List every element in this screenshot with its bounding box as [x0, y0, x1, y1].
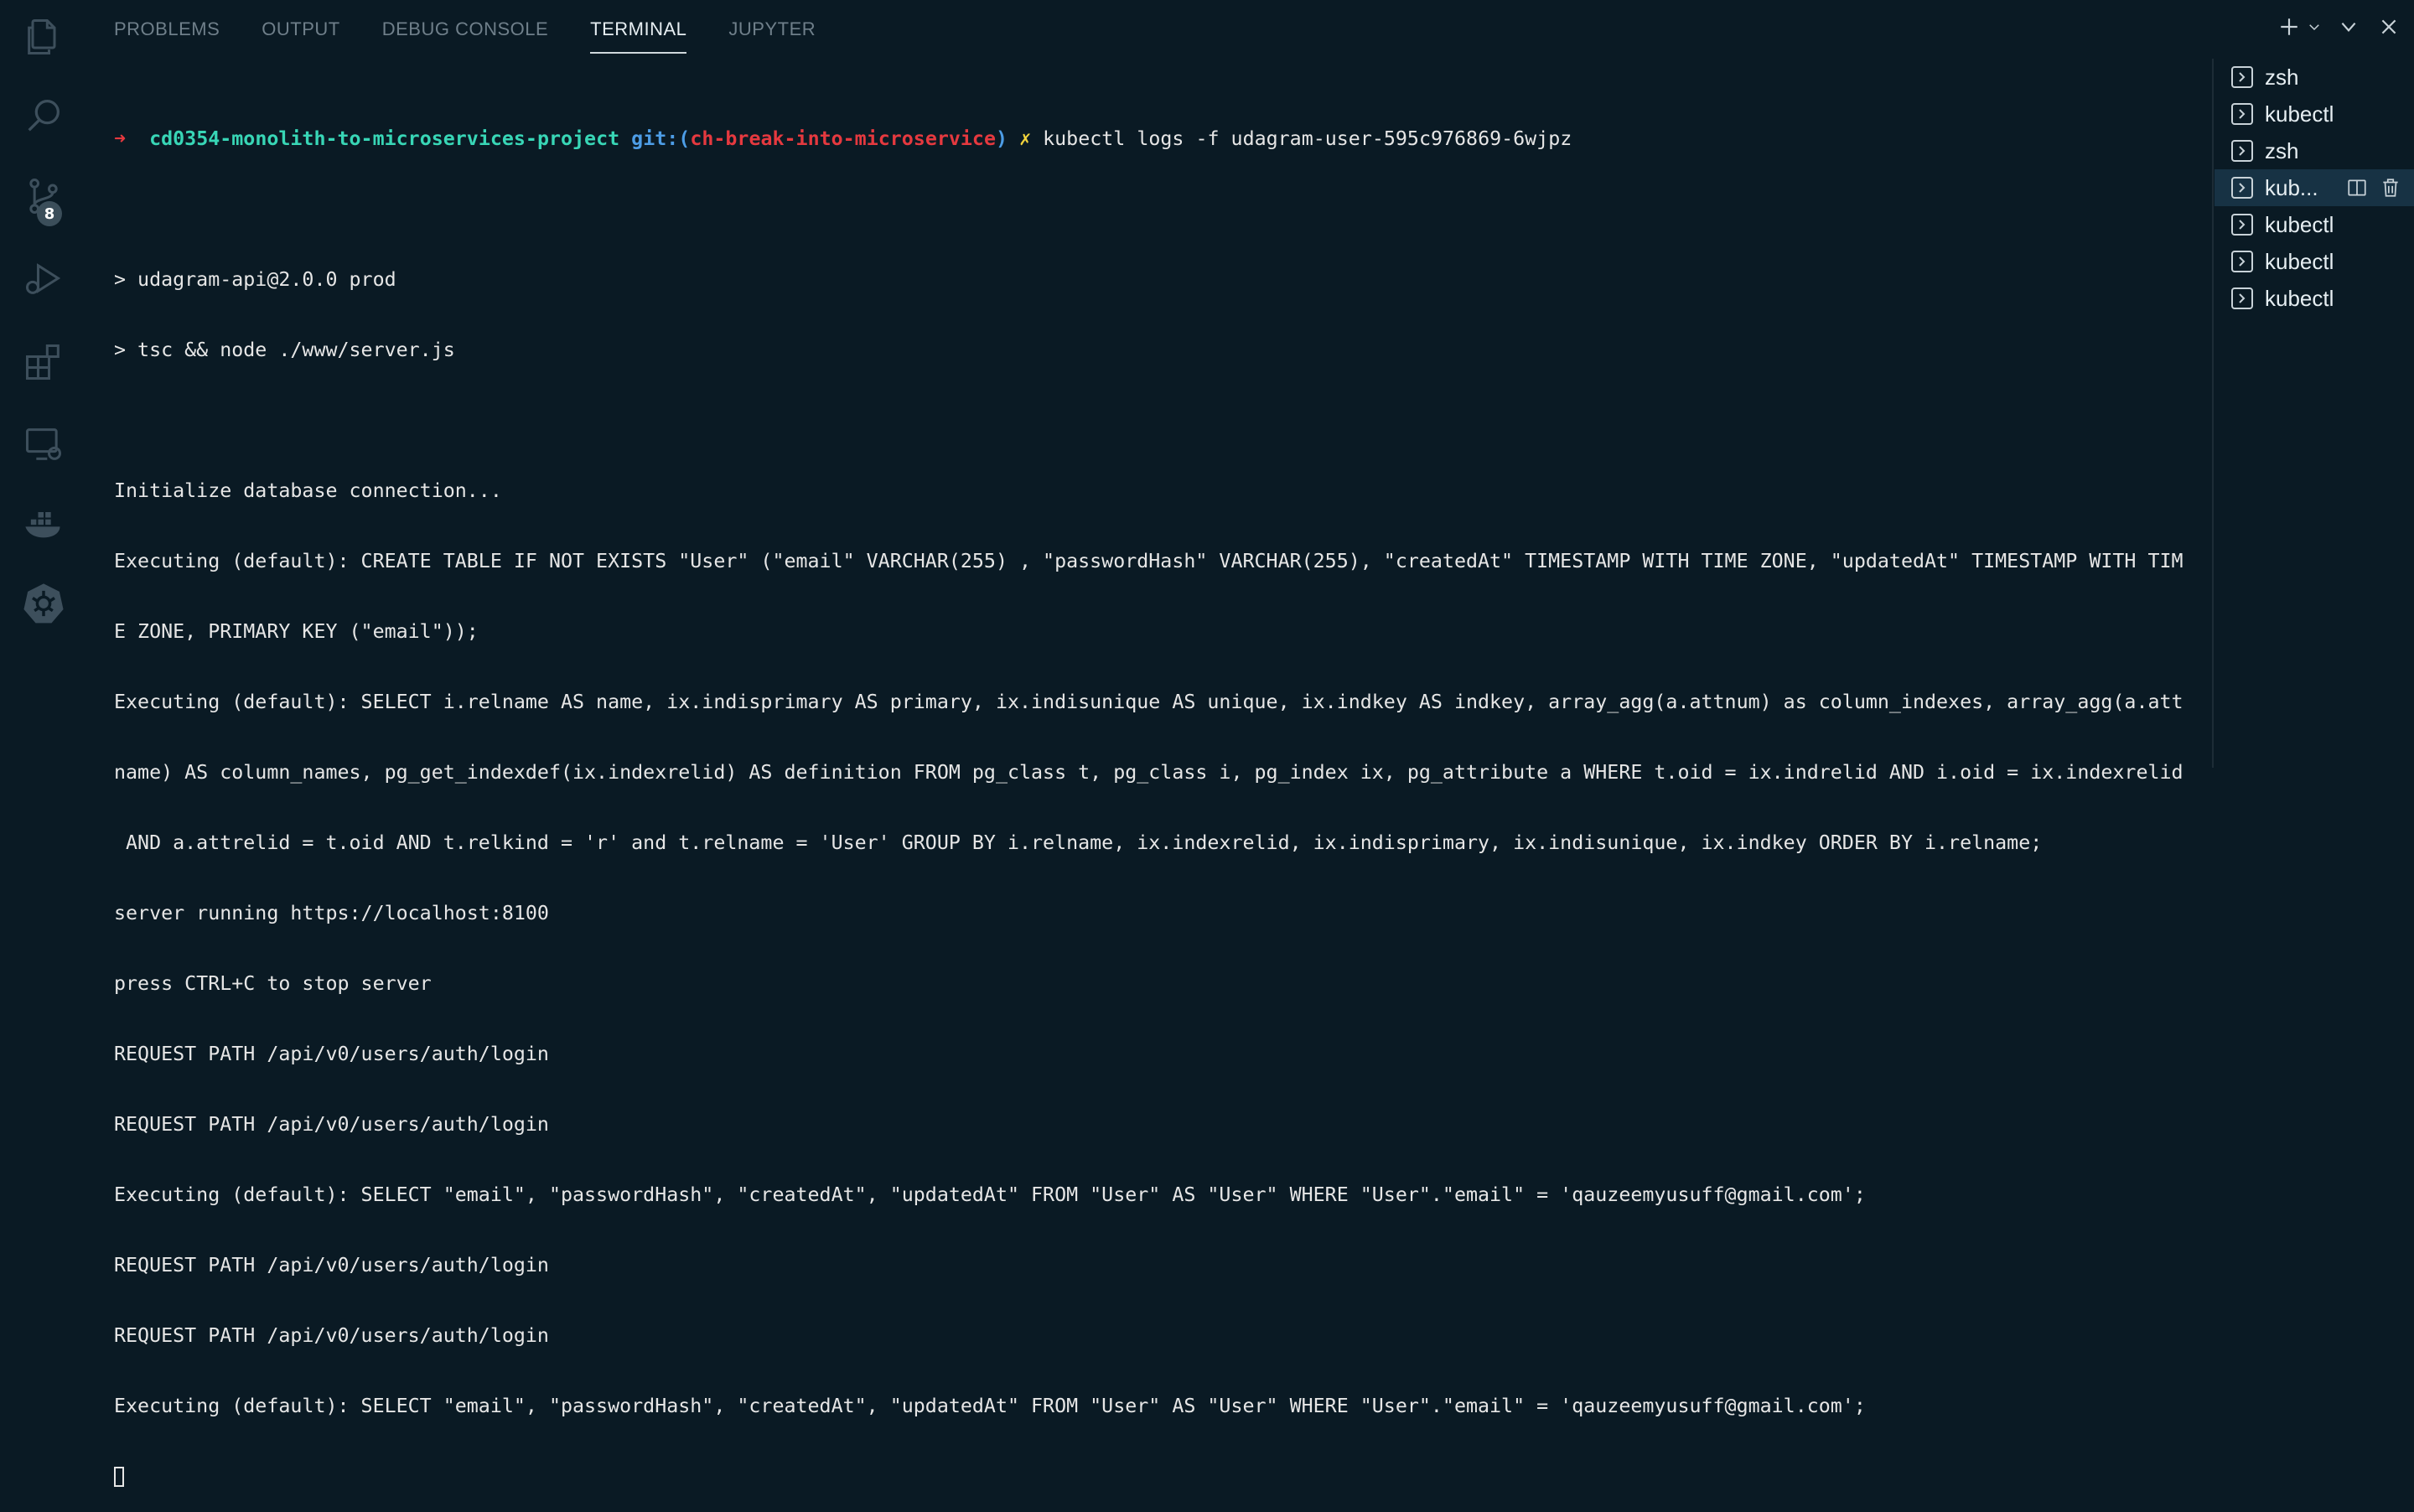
- terminal-line: Executing (default): SELECT "email", "pa…: [114, 1183, 1866, 1206]
- terminal-line: > udagram-api@2.0.0 prod: [114, 268, 396, 291]
- terminal-line: REQUEST PATH /api/v0/users/auth/login: [114, 1254, 549, 1276]
- terminal-icon: [2231, 177, 2253, 199]
- prompt-command: kubectl logs -f udagram-user-595c976869-…: [1043, 127, 1572, 150]
- terminal-line: Executing (default): SELECT "email", "pa…: [114, 1395, 1866, 1417]
- activity-bar: 8: [0, 0, 87, 768]
- close-panel-button[interactable]: [2372, 12, 2406, 45]
- prompt-line: ➜ cd0354-monolith-to-microservices-proje…: [114, 127, 2184, 151]
- terminal-tab-kubectl[interactable]: kubectl: [2215, 206, 2414, 243]
- terminal-icon: [2231, 214, 2253, 236]
- search-icon[interactable]: [22, 94, 65, 137]
- terminal-icon: [2231, 287, 2253, 309]
- terminal-tab-kubectl[interactable]: kubectl: [2215, 96, 2414, 132]
- terminal-icon: [2231, 103, 2253, 125]
- terminal-line: E ZONE, PRIMARY KEY ("email"));: [114, 620, 479, 643]
- prompt-git-label: git:(: [631, 127, 691, 150]
- tab-debug-console[interactable]: DEBUG CONSOLE: [382, 0, 548, 52]
- tab-jupyter[interactable]: JUPYTER: [728, 0, 816, 52]
- remote-explorer-icon[interactable]: [22, 422, 65, 466]
- terminal-line: REQUEST PATH /api/v0/users/auth/login: [114, 1113, 549, 1136]
- extensions-icon[interactable]: [22, 340, 65, 384]
- chevron-down-icon: [2338, 16, 2360, 42]
- close-icon: [2378, 16, 2400, 42]
- terminal-list: zsh kubectl zsh kub... kubectl kubectl k…: [2215, 59, 2414, 317]
- terminal-tab-label: zsh: [2265, 137, 2299, 163]
- terminal-cursor: [114, 1467, 124, 1487]
- prompt-git-close: ): [996, 127, 1008, 150]
- terminal-tab-label: kub...: [2265, 174, 2318, 200]
- terminal-line: REQUEST PATH /api/v0/users/auth/login: [114, 1043, 549, 1065]
- terminal-tab-zsh[interactable]: zsh: [2215, 132, 2414, 169]
- chevron-down-icon: [2307, 19, 2322, 39]
- terminal-icon: [2231, 66, 2253, 88]
- terminal-line: Executing (default): SELECT i.relname AS…: [114, 691, 2183, 713]
- terminal-tab-label: kubectl: [2265, 248, 2334, 274]
- terminal-line: AND a.attrelid = t.oid AND t.relkind = '…: [114, 831, 2043, 854]
- terminal-profile-dropdown[interactable]: [2303, 12, 2325, 45]
- kubernetes-icon[interactable]: [22, 582, 65, 625]
- terminal-line: name) AS column_names, pg_get_indexdef(i…: [114, 761, 2183, 784]
- trash-icon[interactable]: [2379, 176, 2402, 199]
- terminal-output[interactable]: ➜ cd0354-monolith-to-microservices-proje…: [114, 80, 2184, 1487]
- terminal-tab-label: kubectl: [2265, 211, 2334, 237]
- prompt-dirty-mark: ✗: [1019, 127, 1032, 150]
- terminal-tab-zsh[interactable]: zsh: [2215, 59, 2414, 96]
- terminal-tab-kubectl[interactable]: kubectl: [2215, 243, 2414, 280]
- tab-output[interactable]: OUTPUT: [262, 0, 339, 52]
- terminal-line: REQUEST PATH /api/v0/users/auth/login: [114, 1324, 549, 1347]
- maximize-panel-button[interactable]: [2332, 12, 2365, 45]
- explorer-icon[interactable]: [22, 15, 65, 59]
- terminal-tab-label: kubectl: [2265, 285, 2334, 311]
- prompt-directory: cd0354-monolith-to-microservices-project: [149, 127, 620, 150]
- docker-icon[interactable]: [22, 501, 65, 545]
- panel-actions: [2275, 12, 2414, 45]
- prompt-arrow: ➜: [114, 127, 127, 150]
- terminal-icon: [2231, 140, 2253, 162]
- terminal-line: press CTRL+C to stop server: [114, 972, 432, 995]
- terminal-list-divider[interactable]: [2212, 59, 2214, 768]
- tab-terminal[interactable]: TERMINAL: [590, 0, 687, 54]
- terminal-line: > tsc && node ./www/server.js: [114, 339, 455, 361]
- prompt-branch: ch-break-into-microservice: [690, 127, 996, 150]
- cursor-line: [114, 1465, 2184, 1489]
- terminal-line: server running https://localhost:8100: [114, 902, 549, 924]
- terminal-tab-kubectl-active[interactable]: kub...: [2215, 169, 2414, 206]
- split-icon[interactable]: [2345, 176, 2369, 199]
- source-control-badge: 8: [37, 201, 62, 226]
- terminal-tab-actions: [2335, 176, 2402, 199]
- terminal-tab-label: kubectl: [2265, 101, 2334, 127]
- terminal-tab-label: zsh: [2265, 64, 2299, 90]
- terminal-icon: [2231, 251, 2253, 272]
- terminal-tab-kubectl[interactable]: kubectl: [2215, 280, 2414, 317]
- terminal-line: Executing (default): CREATE TABLE IF NOT…: [114, 550, 2183, 572]
- terminal-line: Initialize database connection...: [114, 479, 502, 502]
- tab-problems[interactable]: PROBLEMS: [114, 0, 220, 52]
- run-debug-icon[interactable]: [22, 256, 65, 300]
- panel-tabs: PROBLEMS OUTPUT DEBUG CONSOLE TERMINAL J…: [114, 0, 857, 59]
- plus-icon: [2278, 16, 2300, 42]
- new-terminal-button[interactable]: [2275, 12, 2303, 45]
